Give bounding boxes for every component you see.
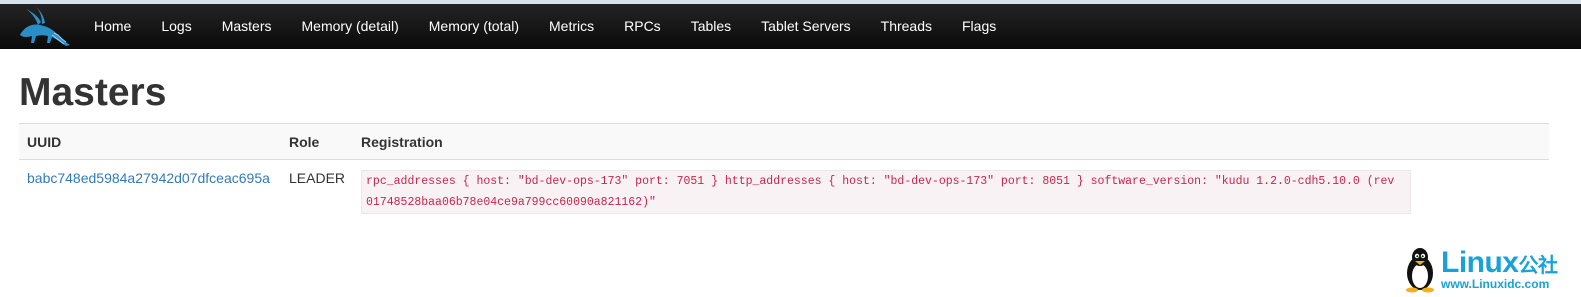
- uuid-cell: babc748ed5984a27942d07dfceac695a: [19, 160, 281, 225]
- main-nav: Home Logs Masters Memory (detail) Memory…: [88, 4, 1011, 49]
- nav-masters[interactable]: Masters: [207, 4, 287, 49]
- watermark: Linux公社 www.Linuxidc.com: [1403, 246, 1563, 294]
- tux-penguin-icon: [1406, 248, 1434, 293]
- nav-logs[interactable]: Logs: [146, 4, 206, 49]
- role-cell: LEADER: [289, 170, 346, 186]
- nav-tablet-servers[interactable]: Tablet Servers: [746, 4, 865, 49]
- watermark-url: www.Linuxidc.com: [1441, 277, 1550, 291]
- watermark-cn: 公社: [1518, 255, 1559, 277]
- column-header-registration: Registration: [353, 123, 1549, 160]
- nav-threads[interactable]: Threads: [866, 4, 947, 49]
- column-header-role: Role: [281, 123, 354, 160]
- nav-memory-total[interactable]: Memory (total): [414, 4, 534, 49]
- registration-cell: rpc_addresses { host: "bd-dev-ops-173" p…: [353, 160, 1549, 225]
- nav-home[interactable]: Home: [88, 4, 146, 49]
- nav-tables[interactable]: Tables: [676, 4, 746, 49]
- table-row: babc748ed5984a27942d07dfceac695a LEADER …: [19, 160, 1549, 225]
- table-header-row: UUID Role Registration: [19, 123, 1549, 160]
- nav-rpcs[interactable]: RPCs: [609, 4, 676, 49]
- master-uuid-link[interactable]: babc748ed5984a27942d07dfceac695a: [27, 170, 270, 186]
- column-header-uuid: UUID: [19, 123, 281, 160]
- nav-memory-detail[interactable]: Memory (detail): [287, 4, 414, 49]
- nav-metrics[interactable]: Metrics: [534, 4, 609, 49]
- navbar: Home Logs Masters Memory (detail) Memory…: [0, 4, 1581, 49]
- watermark-brand-text: Linux: [1441, 246, 1519, 279]
- masters-table: UUID Role Registration babc748ed5984a279…: [19, 123, 1549, 224]
- nav-flags[interactable]: Flags: [947, 4, 1011, 49]
- page-title: Masters: [19, 71, 167, 114]
- registration-code: rpc_addresses { host: "bd-dev-ops-173" p…: [361, 170, 1412, 214]
- kudu-logo-icon[interactable]: [0, 4, 88, 49]
